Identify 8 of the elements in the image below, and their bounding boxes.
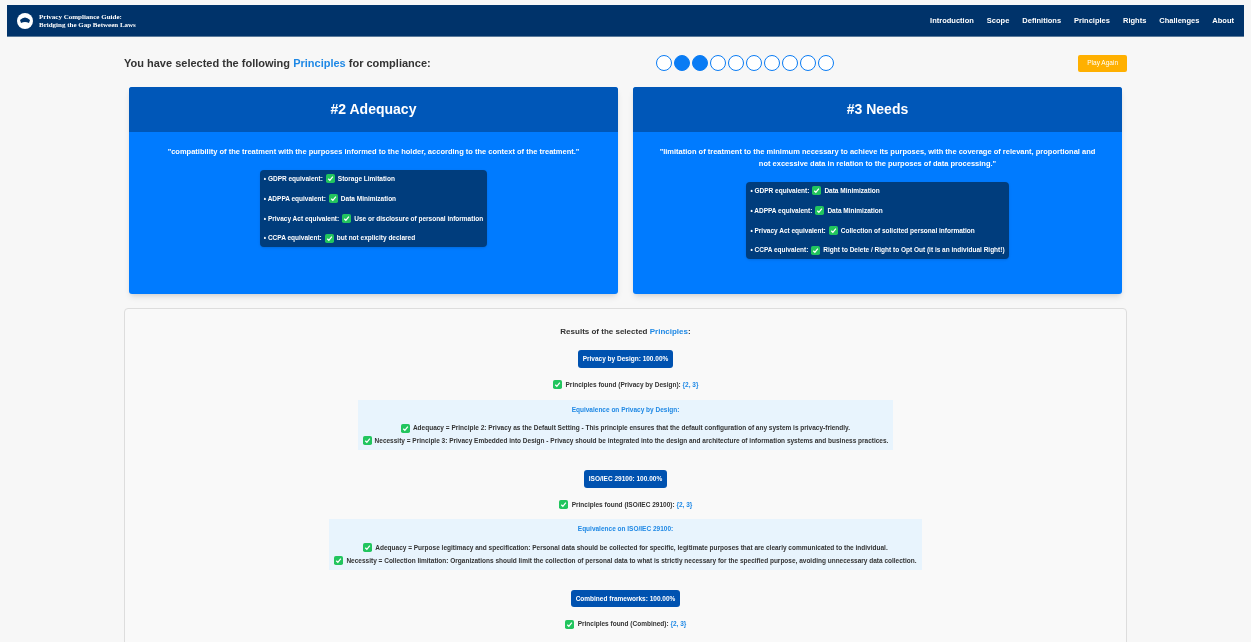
card-title: #3 Needs [846, 100, 909, 119]
card-title: #2 Adequacy [330, 100, 417, 119]
results-heading: Results of the selected Principles: [560, 326, 691, 338]
selection-heading: You have selected the following Principles for compliance: [124, 55, 432, 71]
checkbox-icon [552, 380, 562, 390]
logo-icon [17, 12, 33, 29]
checkbox-icon [558, 499, 568, 509]
checkbox-icon [564, 619, 574, 629]
